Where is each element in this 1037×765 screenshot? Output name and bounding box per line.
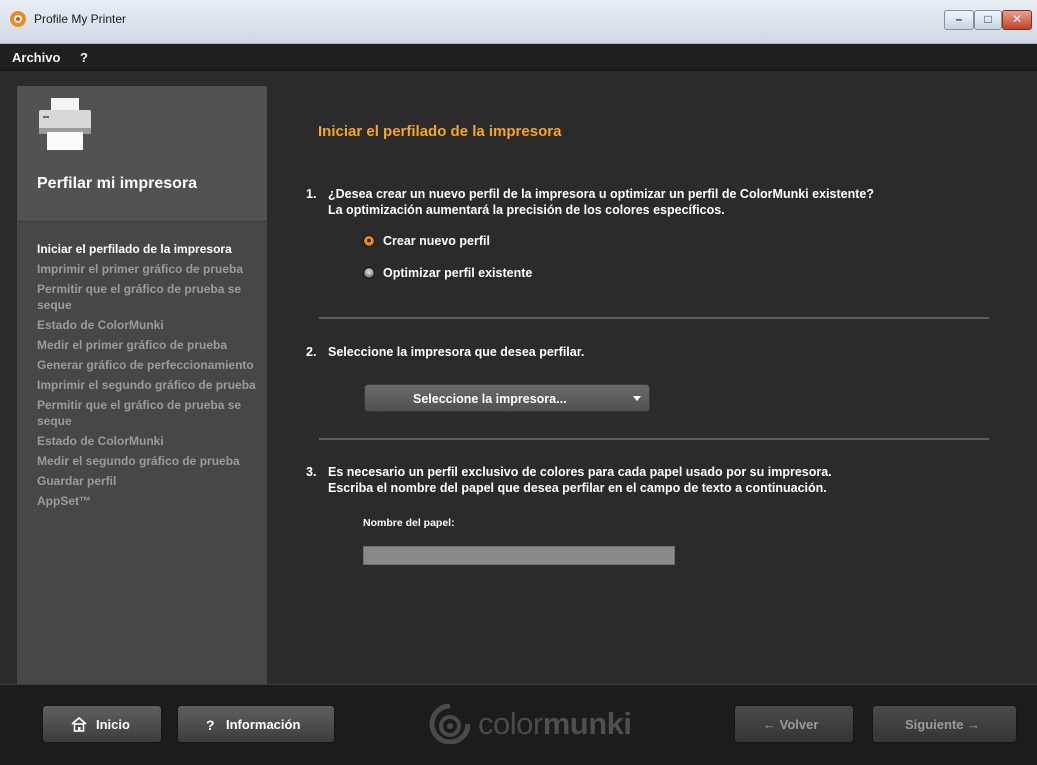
question-icon: ? — [206, 717, 215, 733]
step-item: Guardar perfil — [37, 474, 117, 488]
paper-name-label: Nombre del papel: — [363, 517, 455, 529]
minimize-button[interactable]: – — [944, 10, 974, 30]
step-item: Imprimir el primer gráfico de prueba — [37, 262, 244, 276]
colormunki-logo-text: colormunki — [478, 706, 632, 741]
printer-select[interactable]: Seleccione la impresora... — [364, 384, 650, 412]
menu-bar: Archivo ? — [0, 44, 1037, 71]
back-button[interactable]: ← Volver — [734, 705, 854, 743]
question-line: La optimización aumentará la precisión d… — [328, 203, 725, 217]
question-number: 2. — [306, 345, 317, 359]
question-number: 1. — [306, 187, 317, 201]
step-list: Iniciar el perfilado de la impresora Imp… — [37, 241, 257, 513]
question-number: 3. — [306, 465, 317, 479]
main-panel: Iniciar el perfilado de la impresora 1. … — [267, 86, 1037, 684]
radio-label: Crear nuevo perfil — [383, 234, 490, 248]
close-icon: ✕ — [1011, 12, 1023, 26]
next-button[interactable]: Siguiente → — [872, 705, 1017, 743]
colormunki-logo-icon — [429, 704, 470, 744]
step-item: Iniciar el perfilado de la impresora — [37, 242, 232, 256]
question-text: Es necesario un perfil exclusivo de colo… — [328, 464, 1008, 496]
question-text: Seleccione la impresora que desea perfil… — [328, 345, 585, 359]
step-item: Estado de ColorMunki — [37, 318, 164, 332]
home-button[interactable]: Inicio — [42, 705, 162, 743]
printer-icon — [39, 98, 91, 150]
info-button[interactable]: ? Información — [177, 705, 335, 743]
maximize-button[interactable]: □ — [974, 10, 1002, 30]
next-button-label: Siguiente → — [905, 717, 981, 732]
step-item: Medir el segundo gráfico de prueba — [37, 454, 240, 468]
radio-selected-icon — [363, 235, 375, 247]
question-text: ¿Desea crear un nuevo perfil de la impre… — [328, 186, 1008, 218]
minimize-icon: – — [955, 12, 963, 26]
step-item: Permitir que el gráfico de prueba se seq… — [37, 398, 242, 428]
question-line: Escriba el nombre del papel que desea pe… — [328, 481, 827, 495]
menu-help[interactable]: ? — [80, 50, 88, 65]
title-bar: Profile My Printer – □ ✕ — [0, 0, 1037, 44]
home-icon — [71, 717, 87, 732]
radio-unselected-icon — [363, 267, 375, 279]
step-item: Medir el primer gráfico de prueba — [37, 338, 228, 352]
sidebar: Perfilar mi impresora Iniciar el perfila… — [17, 86, 267, 684]
info-button-label: Información — [226, 717, 301, 732]
step-item: Imprimir el segundo gráfico de prueba — [37, 378, 256, 392]
step-item: Generar gráfico de perfeccionamiento — [37, 358, 254, 372]
divider — [319, 317, 989, 319]
section-title: Iniciar el perfilado de la impresora — [318, 123, 562, 140]
close-button[interactable]: ✕ — [1002, 10, 1032, 30]
paper-name-input[interactable] — [363, 546, 675, 565]
footer-bar: Inicio ? Información colormunki ← Volver… — [0, 684, 1037, 765]
colormunki-logo: colormunki — [426, 702, 666, 746]
app-icon — [10, 11, 26, 27]
maximize-icon: □ — [984, 12, 992, 26]
question-line: ¿Desea crear un nuevo perfil de la impre… — [328, 187, 874, 201]
step-item: Estado de ColorMunki — [37, 434, 164, 448]
divider — [319, 438, 989, 440]
step-item: Permitir que el gráfico de prueba se seq… — [37, 282, 242, 312]
back-button-label: ← Volver — [763, 717, 819, 732]
sidebar-header: Perfilar mi impresora — [17, 86, 267, 222]
menu-archivo[interactable]: Archivo — [12, 50, 60, 65]
radio-label: Optimizar perfil existente — [383, 266, 533, 280]
printer-select-label: Seleccione la impresora... — [413, 392, 567, 406]
step-item: AppSet™ — [37, 494, 91, 508]
question-line: Es necesario un perfil exclusivo de colo… — [328, 465, 832, 479]
home-button-label: Inicio — [96, 717, 130, 732]
window-title: Profile My Printer — [34, 12, 127, 26]
chevron-down-icon — [633, 396, 641, 401]
sidebar-title: Perfilar mi impresora — [37, 175, 198, 192]
